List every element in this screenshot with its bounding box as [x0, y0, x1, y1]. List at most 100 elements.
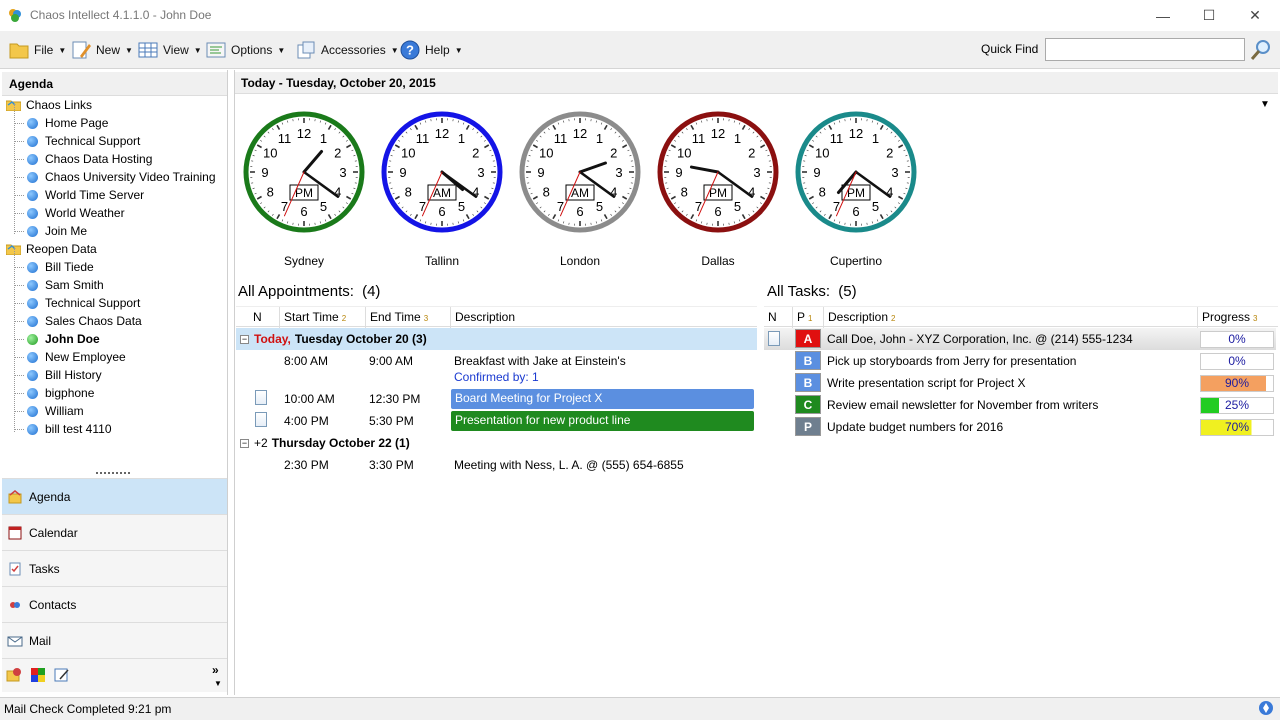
agenda-icon: [8, 489, 22, 503]
link-bullet-icon: [27, 333, 38, 345]
tree-item[interactable]: Technical Support: [27, 132, 140, 150]
nav-button-agenda[interactable]: Agenda: [2, 478, 227, 514]
tree-item[interactable]: Chaos Data Hosting: [27, 150, 152, 168]
priority-badge[interactable]: P: [795, 417, 821, 436]
tree-item[interactable]: Sales Chaos Data: [27, 312, 142, 330]
nav-expand-icon[interactable]: »: [212, 663, 219, 677]
tree-item-label: Sam Smith: [45, 278, 104, 292]
tree-item-label: World Time Server: [45, 188, 145, 202]
task-progress[interactable]: 0%: [1200, 353, 1274, 370]
new-menu[interactable]: New ▼: [70, 37, 133, 63]
link-bullet-icon: [27, 171, 38, 183]
tree-item-label: bill test 4110: [45, 422, 112, 436]
task-description[interactable]: Write presentation script for Project X: [827, 376, 1026, 390]
notes-icon[interactable]: [54, 667, 70, 683]
note-document-icon[interactable]: [255, 412, 267, 427]
tree-item[interactable]: World Time Server: [27, 186, 144, 204]
link-bullet-icon: [27, 279, 38, 291]
column-header-description[interactable]: Description 2: [823, 307, 1197, 328]
appointment-description[interactable]: Breakfast with Jake at Einstein's: [454, 354, 626, 368]
close-button[interactable]: ✕: [1232, 0, 1278, 31]
clock-cupertino: 1234567891011 12PM: [795, 111, 917, 233]
column-header-start-time[interactable]: Start Time 2: [279, 307, 365, 328]
task-progress[interactable]: 0%: [1200, 331, 1274, 348]
appointment-group-today[interactable]: − Today, Tuesday October 20 (3): [236, 328, 757, 350]
file-menu[interactable]: File ▼: [8, 37, 66, 63]
nav-button-mail[interactable]: Mail: [2, 622, 227, 658]
clock-numeral: 11: [692, 131, 706, 146]
task-progress[interactable]: 25%: [1200, 397, 1274, 414]
tree-item[interactable]: John Doe: [27, 330, 100, 348]
task-description[interactable]: Pick up storyboards from Jerry for prese…: [827, 354, 1076, 368]
tree-item[interactable]: Sam Smith: [27, 276, 104, 294]
clock-numeral: 3: [339, 165, 346, 180]
column-header-end-time[interactable]: End Time 3: [365, 307, 450, 328]
task-progress[interactable]: 90%: [1200, 375, 1274, 392]
app-logo-icon: [9, 9, 21, 22]
tree-item[interactable]: Chaos University Video Training: [27, 168, 216, 186]
task-description[interactable]: Update budget numbers for 2016: [827, 420, 1003, 434]
tree-item[interactable]: Bill Tiede: [27, 258, 94, 276]
priority-badge[interactable]: A: [795, 329, 821, 348]
end-time-header-label: End Time: [370, 310, 421, 324]
tree-connector: [14, 248, 15, 432]
column-header-priority[interactable]: P1: [792, 307, 823, 328]
folder-list-icon[interactable]: [6, 667, 22, 683]
nav-button-tasks[interactable]: Tasks: [2, 550, 227, 586]
note-document-icon[interactable]: [768, 331, 780, 346]
tree-item[interactable]: New Employee: [27, 348, 126, 366]
collapse-toggle-icon[interactable]: −: [240, 438, 249, 448]
column-header-n[interactable]: N: [236, 307, 279, 328]
priority-badge[interactable]: B: [795, 351, 821, 370]
tree-item-label: Technical Support: [45, 296, 141, 310]
tree-item[interactable]: bigphone: [27, 384, 94, 402]
clock-numeral: 2: [748, 146, 755, 161]
splitter-grip[interactable]: [96, 470, 132, 476]
tree-item[interactable]: Bill History: [27, 366, 102, 384]
appointment-group-thursday[interactable]: − +2 Thursday October 22 (1): [236, 432, 757, 454]
help-menu[interactable]: ? Help ▼: [399, 37, 463, 63]
tree-folder[interactable]: Reopen Data: [6, 240, 97, 258]
task-description[interactable]: Review email newsletter for November fro…: [827, 398, 1098, 412]
appointment-confirmation[interactable]: Confirmed by: 1: [454, 370, 539, 384]
link-bullet-icon: [27, 423, 38, 435]
nav-button-calendar[interactable]: Calendar: [2, 514, 227, 550]
nav-button-contacts[interactable]: Contacts: [2, 586, 227, 622]
options-menu[interactable]: Options ▼: [205, 37, 285, 63]
tree-item[interactable]: William: [27, 402, 84, 420]
note-document-icon[interactable]: [255, 390, 267, 405]
tree-item[interactable]: World Weather: [27, 204, 125, 222]
tree-folder[interactable]: Chaos Links: [6, 96, 92, 114]
world-clocks: 1234567891011 12PM1234567891011 12AM123456…: [243, 111, 917, 233]
tree-item[interactable]: Join Me: [27, 222, 87, 240]
task-description[interactable]: Call Doe, John - XYZ Corporation, Inc. @…: [827, 332, 1133, 346]
quick-find-input[interactable]: [1045, 38, 1245, 61]
appointment-description[interactable]: Meeting with Ness, L. A. @ (555) 654-685…: [454, 458, 684, 472]
color-categories-icon[interactable]: [30, 667, 46, 683]
search-icon[interactable]: [1248, 37, 1274, 63]
collapse-toggle-icon[interactable]: −: [240, 334, 249, 344]
maximize-button[interactable]: ☐: [1186, 0, 1232, 31]
today-header: Today - Tuesday, October 20, 2015: [235, 72, 1278, 94]
tree-item[interactable]: bill test 4110: [27, 420, 112, 438]
view-menu[interactable]: View ▼: [137, 37, 202, 63]
tree-item[interactable]: Home Page: [27, 114, 108, 132]
column-header-description[interactable]: Description: [450, 307, 757, 328]
sync-icon[interactable]: [1258, 700, 1274, 716]
column-header-progress[interactable]: Progress 3: [1197, 307, 1278, 328]
appointment-bar-presentation[interactable]: Presentation for new product line: [451, 411, 754, 431]
appointment-bar-board-meeting[interactable]: Board Meeting for Project X: [451, 389, 754, 409]
accessories-menu[interactable]: Accessories ▼: [295, 37, 399, 63]
priority-badge[interactable]: C: [795, 395, 821, 414]
collapse-arrow-icon[interactable]: ▼: [1260, 99, 1270, 110]
nav-button-label: Mail: [29, 633, 52, 648]
group-label: Tuesday October 20 (3): [294, 332, 427, 346]
nav-menu-chevron-icon[interactable]: ▼: [214, 679, 222, 688]
priority-badge[interactable]: B: [795, 373, 821, 392]
minimize-button[interactable]: —: [1140, 0, 1186, 31]
clock-numeral: 11: [830, 131, 844, 146]
column-header-n[interactable]: N: [764, 307, 792, 328]
tree-item[interactable]: Technical Support: [27, 294, 140, 312]
clock-numeral: 9: [675, 165, 682, 180]
task-progress[interactable]: 70%: [1200, 419, 1274, 436]
